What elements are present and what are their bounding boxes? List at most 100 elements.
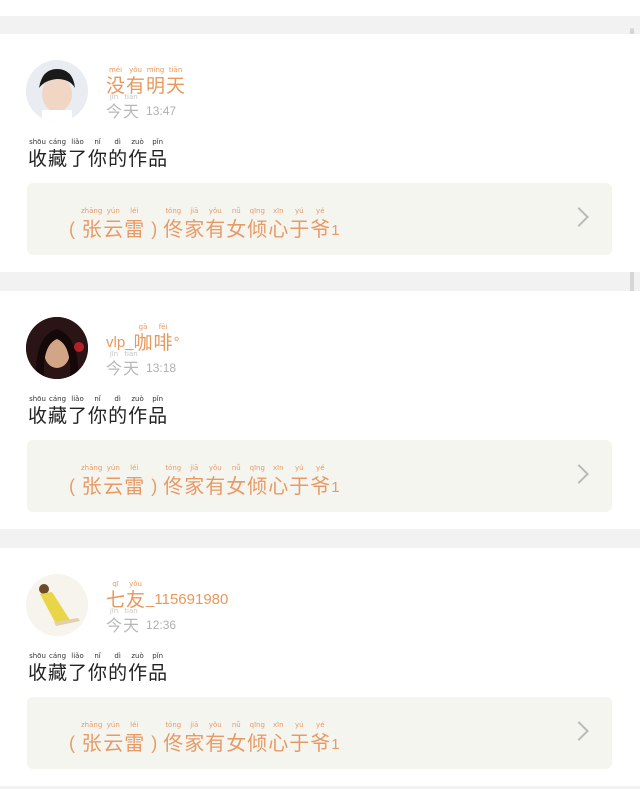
- pinyin: zhāng: [81, 207, 103, 215]
- time: 13:47: [146, 104, 177, 118]
- pinyin: liǎo: [71, 138, 84, 146]
- pinyin: qīng: [249, 721, 265, 729]
- pinyin: yé: [316, 464, 325, 472]
- work-link[interactable]: ( zhāng 张 yún 云 léi 雷 ) tóng 佟 jiā 家 yǒu 有 nǚ 女…: [27, 440, 612, 512]
- work-char: 佟: [163, 474, 184, 498]
- work-link[interactable]: ( zhāng 张 yún 云 léi 雷 ) tóng 佟 jiā 家 yǒu 有 nǚ 女…: [27, 183, 612, 255]
- pinyin: zhāng: [81, 721, 103, 729]
- pinyin: nǐ: [94, 138, 101, 146]
- work-char: 雷: [124, 731, 145, 755]
- work-char: 爷: [310, 217, 331, 241]
- action-char: 的: [108, 405, 128, 427]
- chevron-right-icon: [569, 721, 589, 741]
- work-link[interactable]: ( zhāng 张 yún 云 léi 雷 ) tóng 佟 jiā 家 yǒu 有 nǚ 女…: [27, 697, 612, 769]
- work-char: 女: [226, 731, 247, 755]
- work-char: 张: [81, 474, 102, 498]
- pinyin: dì: [114, 652, 121, 660]
- pinyin: nǐ: [94, 395, 101, 403]
- pinyin: léi: [130, 721, 139, 729]
- pinyin: nǐ: [94, 652, 101, 660]
- action-char: 藏: [48, 148, 68, 170]
- paren-open: (: [69, 733, 75, 753]
- action-char: 藏: [48, 662, 68, 684]
- pinyin: tiān: [124, 93, 138, 101]
- pinyin: nǚ: [231, 721, 241, 729]
- pinyin: cáng: [49, 395, 67, 403]
- pinyin: nǚ: [231, 207, 241, 215]
- notification-card[interactable]: méi 没 yǒu 有 míng 明 tiān 天 jīn 今 tiān 天 13:47 s…: [0, 34, 640, 272]
- timestamp: jīn 今 tiān 天 13:47: [106, 93, 176, 121]
- pinyin: yún: [106, 721, 120, 729]
- timestamp: jīn 今 tiān 天 12:36: [106, 607, 176, 635]
- action-text: shōu 收 cáng 藏 liǎo 了 nǐ 你 dì 的 zuò 作 pǐn 品: [28, 652, 168, 685]
- action-char: 品: [148, 405, 168, 427]
- pinyin: yǒu: [208, 207, 222, 215]
- pinyin: yú: [294, 207, 304, 215]
- pinyin: tiān: [168, 66, 183, 74]
- pinyin: jiā: [190, 464, 199, 472]
- work-char: 心: [268, 474, 289, 498]
- work-char: 有: [205, 217, 226, 241]
- work-title: ( zhāng 张 yún 云 léi 雷 ) tóng 佟 jiā 家 yǒu 有 nǚ 女…: [63, 721, 340, 756]
- pinyin: fēi: [158, 323, 168, 331]
- pinyin: tiān: [124, 607, 138, 615]
- avatar[interactable]: [26, 574, 88, 636]
- pinyin: léi: [130, 207, 139, 215]
- work-char: 于: [289, 731, 310, 755]
- pinyin: xīn: [273, 721, 284, 729]
- pinyin: jiā: [190, 207, 199, 215]
- work-title: ( zhāng 张 yún 云 léi 雷 ) tóng 佟 jiā 家 yǒu 有 nǚ 女…: [63, 464, 340, 499]
- action-char: 品: [148, 662, 168, 684]
- work-char: 有: [205, 731, 226, 755]
- action-char: 作: [128, 662, 148, 684]
- action-char: 了: [68, 148, 88, 170]
- avatar[interactable]: [26, 317, 88, 379]
- pinyin: tóng: [165, 464, 182, 472]
- work-char: 佟: [163, 217, 184, 241]
- action-char: 的: [108, 662, 128, 684]
- notification-card[interactable]: qī 七 yǒu 友 _115691980 jīn 今 tiān 天 12:36 shō…: [0, 548, 640, 786]
- work-char: 雷: [124, 217, 145, 241]
- work-char: 家: [184, 217, 205, 241]
- pinyin: liǎo: [71, 395, 84, 403]
- pinyin: tóng: [165, 207, 182, 215]
- work-char: 于: [289, 474, 310, 498]
- date-char: 今: [106, 616, 123, 635]
- action-char: 的: [108, 148, 128, 170]
- pinyin: qī: [112, 580, 119, 588]
- work-char: 佟: [163, 731, 184, 755]
- work-char: 有: [205, 474, 226, 498]
- date-char: 天: [123, 359, 140, 378]
- pinyin: yú: [294, 464, 304, 472]
- pinyin: zuò: [131, 138, 144, 146]
- pinyin: jīn: [109, 350, 119, 358]
- work-char: 家: [184, 474, 205, 498]
- pinyin: tiān: [124, 350, 138, 358]
- work-suffix: 1: [331, 736, 340, 753]
- pinyin: cáng: [49, 652, 67, 660]
- time: 12:36: [146, 618, 177, 632]
- notification-card[interactable]: vlp_ gā 咖 fēi 啡 ° jīn 今 tiān 天 13:18 shōu 收 c…: [0, 291, 640, 529]
- pinyin: dì: [114, 395, 121, 403]
- work-title: ( zhāng 张 yún 云 léi 雷 ) tóng 佟 jiā 家 yǒu 有 nǚ 女…: [63, 207, 340, 242]
- pinyin: dì: [114, 138, 121, 146]
- pinyin: liǎo: [71, 652, 84, 660]
- action-char: 收: [28, 662, 48, 684]
- action-char: 了: [68, 662, 88, 684]
- pinyin: yún: [106, 207, 120, 215]
- pinyin: jiā: [190, 721, 199, 729]
- pinyin: yǒu: [129, 580, 142, 588]
- paren-close: ): [151, 733, 158, 753]
- pinyin: cáng: [49, 138, 67, 146]
- pinyin: yǒu: [208, 721, 222, 729]
- work-char: 云: [103, 474, 124, 498]
- work-char: 张: [81, 217, 102, 241]
- work-char: 雷: [124, 474, 145, 498]
- pinyin: yún: [106, 464, 120, 472]
- avatar[interactable]: [26, 60, 88, 122]
- action-char: 了: [68, 405, 88, 427]
- pinyin: míng: [146, 66, 165, 74]
- pinyin: shōu: [29, 138, 46, 146]
- work-char: 于: [289, 217, 310, 241]
- work-char: 倾: [247, 474, 268, 498]
